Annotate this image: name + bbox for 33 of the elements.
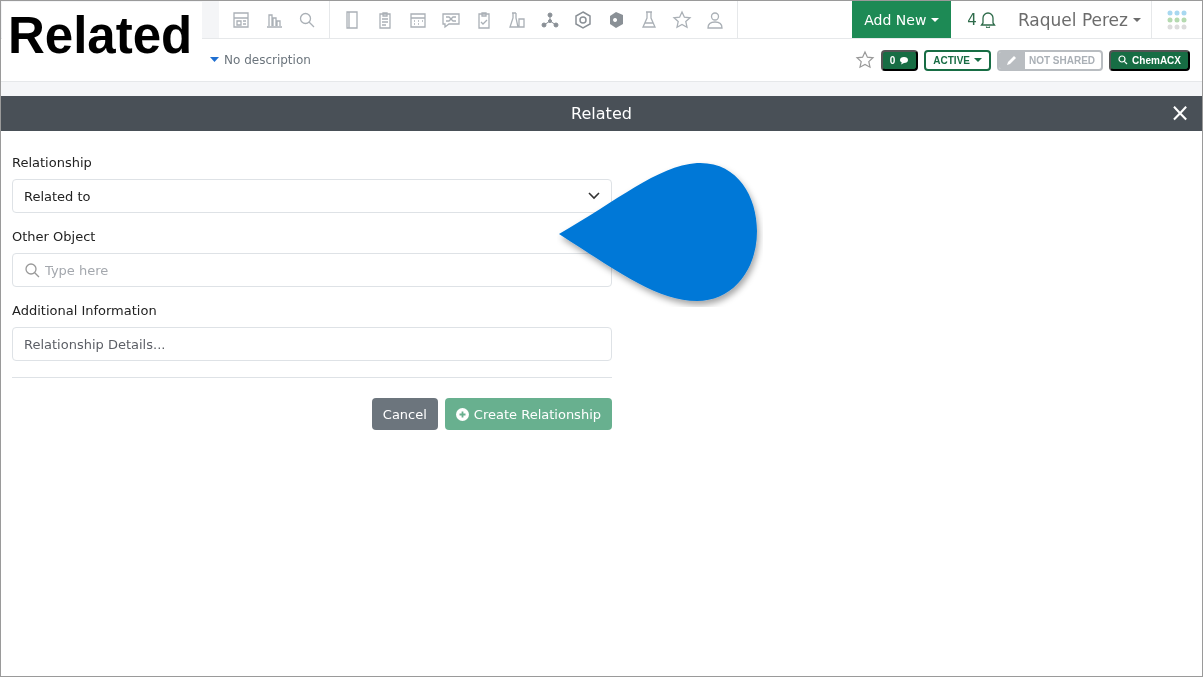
relationship-select[interactable]: Related to	[12, 179, 612, 213]
close-button[interactable]: ×	[1169, 99, 1190, 127]
comments-button[interactable]: 0	[880, 49, 919, 71]
field-label: Other Object	[12, 229, 97, 244]
hexagon-icon[interactable]	[573, 9, 593, 30]
speech-bubble-icon	[899, 55, 910, 65]
star-icon[interactable]	[854, 50, 875, 70]
chemacx-search-button[interactable]: ChemACX	[1109, 49, 1190, 71]
molecule-icon[interactable]	[540, 9, 560, 30]
layout-icon[interactable]	[231, 9, 251, 30]
caret-icon[interactable]	[210, 57, 219, 63]
search-field[interactable]: Type here	[12, 253, 612, 287]
flask-icon[interactable]	[639, 9, 659, 30]
add-new-button[interactable]: Add New	[852, 1, 952, 38]
plus-circle-icon	[455, 407, 469, 421]
user-menu[interactable]: Raquel Perez	[1007, 1, 1151, 38]
field-label: Additional Information	[12, 303, 158, 318]
dialog-title: Related	[571, 104, 632, 123]
cancel-button[interactable]: Cancel	[371, 398, 438, 430]
star-icon[interactable]	[672, 9, 692, 30]
user-icon[interactable]	[705, 9, 725, 30]
apps-grid-icon[interactable]	[1167, 9, 1187, 30]
bell-icon[interactable]	[979, 11, 996, 28]
field-label: Relationship	[12, 155, 93, 170]
search-icon	[25, 263, 40, 278]
notification-count: 4	[967, 10, 977, 29]
details-field[interactable]: Relationship Details...	[12, 327, 612, 361]
status-dropdown[interactable]: ACTIVE	[924, 49, 991, 71]
pencil-icon	[1006, 54, 1018, 66]
flasks-icon[interactable]	[507, 9, 527, 30]
chevron-down-icon	[588, 192, 600, 200]
description-text: No description	[224, 53, 311, 67]
search-icon	[1118, 55, 1129, 65]
